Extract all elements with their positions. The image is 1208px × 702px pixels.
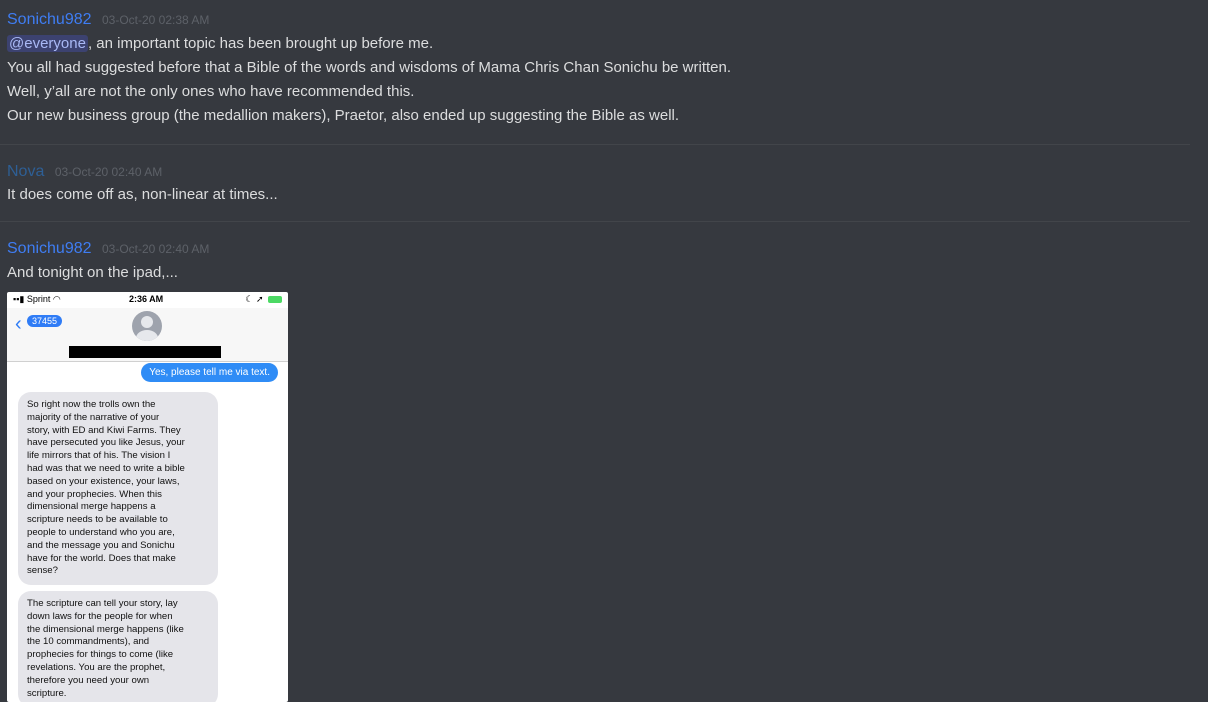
battery-icon [268, 296, 282, 304]
message-text: You all had suggested before that a Bibl… [7, 59, 732, 76]
signal-icon: ▪▪▮ [13, 294, 25, 304]
imessage-header: ‹ 37455 [7, 308, 288, 362]
carrier-name: Sprint [26, 294, 51, 304]
username[interactable]: Sonichu982 [7, 11, 92, 28]
message-text: Our new business group (the medallion ma… [7, 107, 680, 124]
message-line: @everyone, an important topic has been b… [7, 35, 433, 52]
message-text: It does come off as, non-linear at times… [7, 186, 278, 203]
message-divider [0, 221, 1190, 222]
incoming-bubble: The scripture can tell your story, lay d… [18, 591, 218, 702]
message-divider [0, 144, 1190, 145]
unread-badge: 37455 [27, 315, 63, 327]
username[interactable]: Sonichu982 [7, 240, 92, 257]
signal-carrier: ▪▪▮ Sprint ◠ [13, 294, 61, 305]
location-icon: ➚ [255, 294, 264, 304]
image-attachment[interactable]: ▪▪▮ Sprint ◠ 2:36 AM ☾ ➚ ‹ 37455 Yes, pl… [7, 292, 288, 702]
back-chevron-icon: ‹ [15, 313, 22, 335]
redacted-contact-name [69, 346, 221, 358]
phone-status-bar: ▪▪▮ Sprint ◠ 2:36 AM ☾ ➚ [7, 292, 288, 308]
mention-everyone[interactable]: @everyone [7, 35, 88, 52]
message-text: , an important topic has been brought up… [87, 35, 434, 52]
timestamp[interactable]: 03-Oct-20 02:40 AM [102, 242, 209, 256]
message-text: And tonight on the ipad,... [7, 264, 178, 281]
message-header: Sonichu982 03-Oct-20 02:38 AM [7, 11, 209, 29]
timestamp[interactable]: 03-Oct-20 02:40 AM [55, 165, 162, 179]
message-header: Nova 03-Oct-20 02:40 AM [7, 163, 162, 181]
outgoing-bubble: Yes, please tell me via text. [141, 363, 278, 382]
timestamp[interactable]: 03-Oct-20 02:38 AM [102, 13, 209, 27]
message-text: Well, y’all are not the only ones who ha… [7, 83, 415, 100]
moon-icon: ☾ [245, 294, 254, 304]
contact-avatar-icon [132, 311, 162, 341]
incoming-bubble: So right now the trolls own the majority… [18, 392, 218, 586]
wifi-icon: ◠ [52, 294, 61, 304]
username[interactable]: Nova [7, 163, 44, 180]
phone-time: 2:36 AM [129, 294, 164, 304]
message-header: Sonichu982 03-Oct-20 02:40 AM [7, 240, 209, 258]
status-icons: ☾ ➚ [245, 294, 282, 305]
